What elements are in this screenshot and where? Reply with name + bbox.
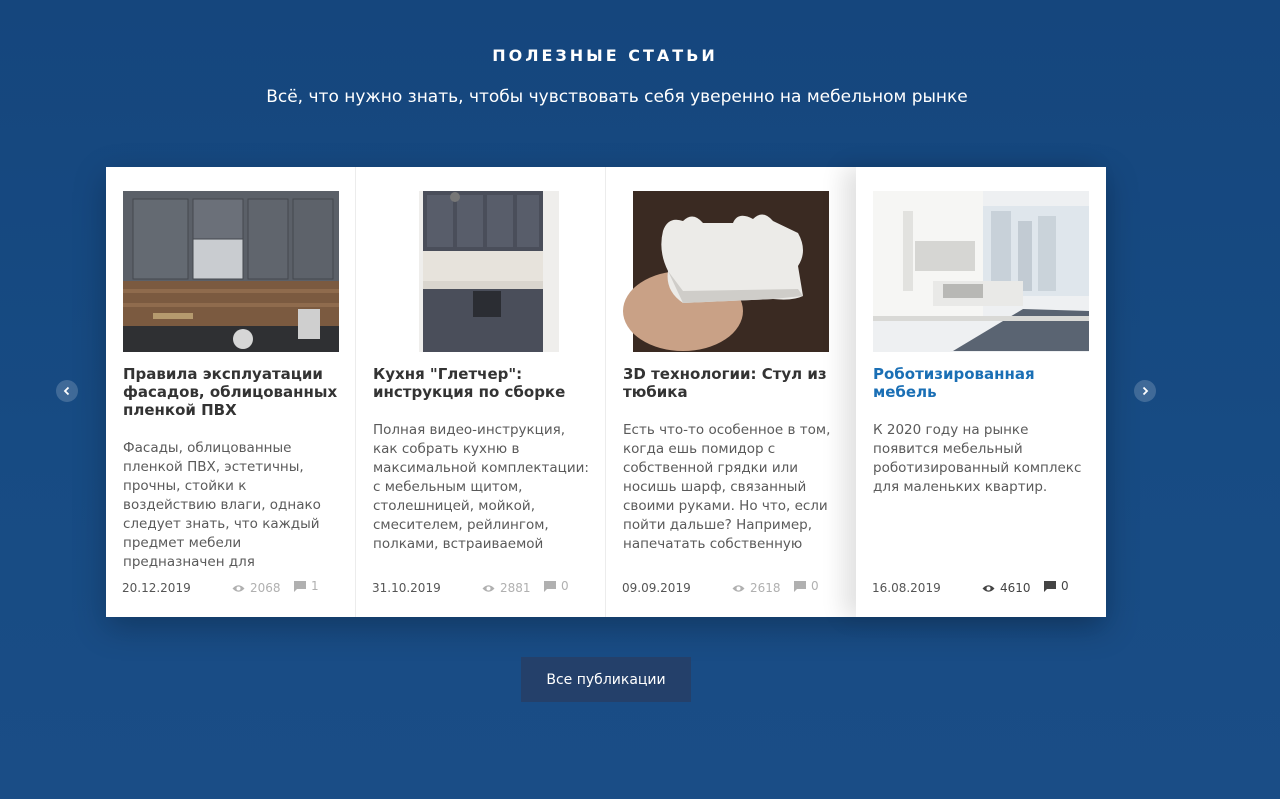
article-card[interactable]: Роботизированная мебель К 2020 году на р… — [856, 167, 1106, 617]
article-views: 2618 — [732, 581, 781, 595]
article-title[interactable]: 3D технологии: Стул из тюбика — [623, 365, 840, 401]
article-comments: 1 — [294, 579, 319, 593]
article-comments: 0 — [794, 579, 819, 593]
article-card[interactable]: Кухня "Глетчер": инструкция по сборке По… — [356, 167, 606, 617]
eye-icon — [482, 585, 495, 592]
eye-icon — [732, 585, 745, 592]
views-count: 2618 — [750, 581, 781, 595]
chevron-right-icon — [1142, 386, 1149, 396]
section-subtitle: Всё, что нужно знать, чтобы чувствовать … — [266, 87, 968, 107]
article-excerpt: К 2020 году на рынке появится мебельный … — [873, 422, 1082, 495]
article-image[interactable] — [373, 191, 589, 352]
article-excerpt: Полная видео-инструкция, как собрать кух… — [373, 422, 589, 552]
article-excerpt: Фасады, облицованные пленкой ПВХ, эстети… — [123, 440, 321, 570]
article-title[interactable]: Роботизированная мебель — [873, 365, 1090, 401]
section-title: ПОЛЕЗНЫЕ СТАТЬИ — [492, 46, 718, 65]
views-count: 2881 — [500, 581, 531, 595]
article-title[interactable]: Правила эксплуатации фасадов, облицованн… — [123, 365, 339, 419]
article-views: 4610 — [982, 581, 1031, 595]
all-publications-button[interactable]: Все публикации — [521, 657, 691, 702]
comments-count: 1 — [311, 579, 319, 593]
comments-count: 0 — [1061, 579, 1069, 593]
article-image[interactable] — [623, 191, 839, 352]
article-image[interactable] — [873, 191, 1089, 352]
article-views: 2881 — [482, 581, 531, 595]
article-date: 20.12.2019 — [122, 581, 191, 595]
comments-count: 0 — [811, 579, 819, 593]
article-meta: 16.08.2019 4610 0 — [872, 579, 1088, 597]
comment-icon — [294, 581, 306, 592]
article-views: 2068 — [232, 581, 281, 595]
article-meta: 09.09.2019 2618 0 — [622, 579, 838, 597]
comments-count: 0 — [561, 579, 569, 593]
views-count: 4610 — [1000, 581, 1031, 595]
article-date: 31.10.2019 — [372, 581, 441, 595]
article-date: 16.08.2019 — [872, 581, 941, 595]
article-card[interactable]: Правила эксплуатации фасадов, облицованн… — [106, 167, 356, 617]
article-title[interactable]: Кухня "Глетчер": инструкция по сборке — [373, 365, 589, 401]
article-meta: 31.10.2019 2881 0 — [372, 579, 587, 597]
chevron-left-icon — [63, 386, 70, 396]
articles-carousel: Правила эксплуатации фасадов, облицованн… — [106, 167, 1106, 617]
carousel-next-button[interactable] — [1134, 380, 1156, 402]
article-image[interactable] — [123, 191, 339, 352]
eye-icon — [982, 585, 995, 592]
article-date: 09.09.2019 — [622, 581, 691, 595]
comment-icon — [544, 581, 556, 592]
comment-icon — [794, 581, 806, 592]
article-excerpt: Есть что-то особенное в том, когда ешь п… — [623, 422, 831, 552]
article-card[interactable]: 3D технологии: Стул из тюбика Есть что-т… — [606, 167, 856, 617]
views-count: 2068 — [250, 581, 281, 595]
carousel-prev-button[interactable] — [56, 380, 78, 402]
article-meta: 20.12.2019 2068 1 — [122, 579, 337, 597]
eye-icon — [232, 585, 245, 592]
comment-icon — [1044, 581, 1056, 592]
article-comments: 0 — [544, 579, 569, 593]
article-comments: 0 — [1044, 579, 1069, 593]
